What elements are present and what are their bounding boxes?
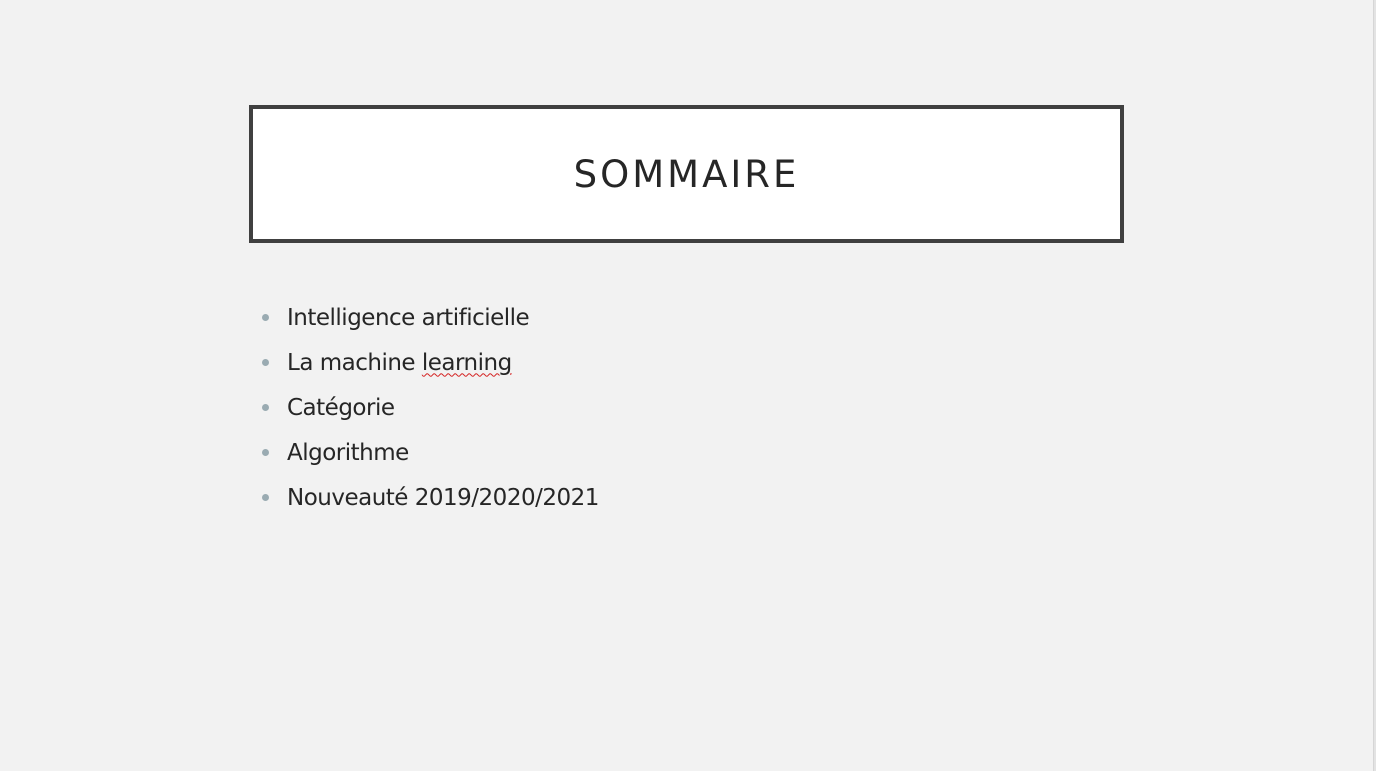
list-item: Intelligence artificielle [258,295,599,340]
slide-canvas[interactable]: SOMMAIRE Intelligence artificielle La ma… [0,0,1373,771]
list-item: Algorithme [258,430,599,475]
bullet-dot-icon [262,449,269,456]
bullet-text: Catégorie [287,394,395,421]
title-placeholder[interactable]: SOMMAIRE [249,105,1124,243]
list-item: La machine learning [258,340,599,385]
bullet-text: La machine learning [287,350,512,376]
bullet-text-plain: La machine [287,349,422,376]
list-item: Catégorie [258,385,599,430]
bullet-text: Algorithme [287,439,409,466]
slide-title: SOMMAIRE [573,152,800,196]
list-item: Nouveauté 2019/2020/2021 [258,475,599,520]
bullet-dot-icon [262,314,269,321]
content-placeholder[interactable]: Intelligence artificielle La machine lea… [258,295,599,520]
bullet-dot-icon [262,359,269,366]
bullet-dot-icon [262,404,269,411]
bullet-text: Intelligence artificielle [287,304,530,331]
spellcheck-flagged-word[interactable]: learning [422,350,512,376]
bullet-dot-icon [262,494,269,501]
bullet-text: Nouveauté 2019/2020/2021 [287,484,599,511]
